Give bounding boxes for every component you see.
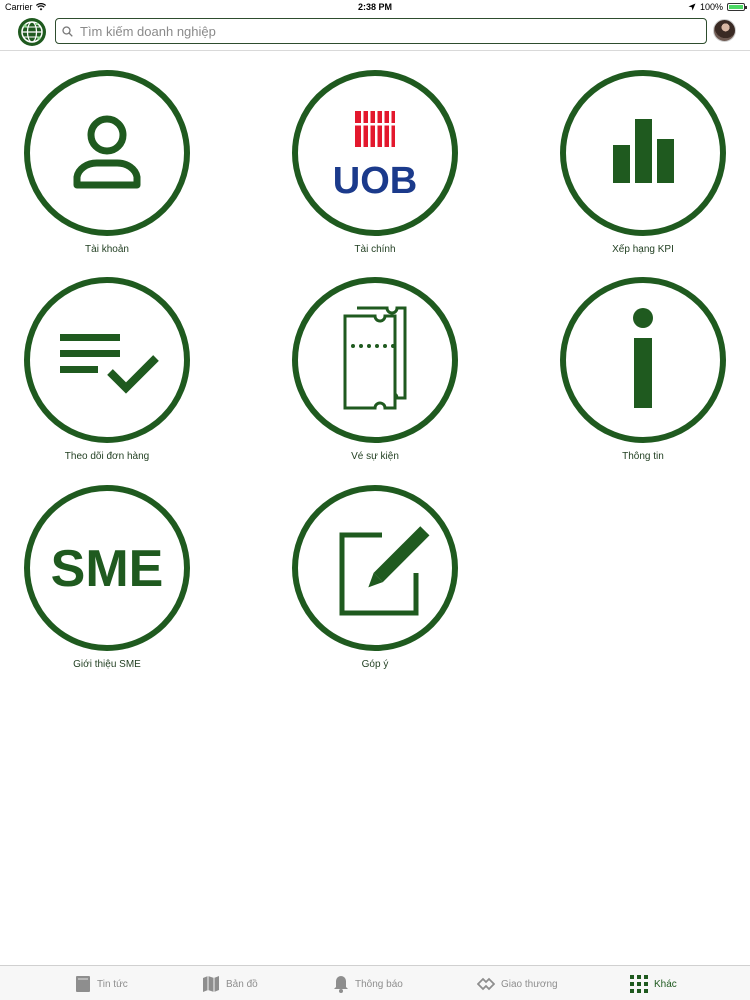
location-arrow-icon — [688, 3, 696, 11]
battery-fill — [729, 5, 743, 9]
tab-khac[interactable]: Khác — [630, 973, 677, 995]
ticket-icon — [292, 277, 458, 443]
tile-thong-tin[interactable]: Thông tin — [543, 277, 743, 462]
tile-xep-hang-kpi[interactable]: Xếp hạng KPI — [543, 70, 743, 255]
tab-thong-bao[interactable]: Thông báo — [333, 973, 403, 995]
info-icon — [560, 277, 726, 443]
tile-gop-y[interactable]: Góp ý — [275, 485, 475, 670]
tile-label: Góp ý — [361, 659, 389, 670]
tile-label: Thông tin — [622, 451, 664, 462]
tab-label: Khác — [654, 978, 677, 990]
tile-label: Theo dõi đơn hàng — [64, 451, 150, 462]
tile-tai-chinh[interactable]: UOB Tài chính — [275, 70, 475, 255]
search-input[interactable] — [78, 22, 682, 40]
tab-ban-do[interactable]: Bản đồ — [202, 973, 258, 995]
tab-giao-thuong[interactable]: Giao thương — [477, 973, 558, 995]
status-time: 2:38 PM — [357, 2, 392, 12]
tile-tai-khoan[interactable]: Tài khoản — [7, 70, 207, 255]
status-bar: Carrier 2:38 PM 100% — [0, 0, 750, 14]
tab-label: Tin tức — [97, 978, 128, 990]
globe-logo-icon[interactable] — [17, 17, 47, 47]
search-icon — [62, 25, 73, 37]
map-icon — [203, 976, 219, 992]
grid-icon — [630, 975, 648, 993]
bar-chart-icon — [560, 70, 726, 236]
handshake-icon — [477, 977, 495, 991]
bell-icon — [334, 976, 348, 993]
battery-percent: 100% — [699, 2, 723, 12]
tile-label: Tài chính — [354, 244, 396, 255]
edit-icon — [292, 485, 458, 651]
tile-label: Tài khoản — [85, 244, 129, 255]
tab-label: Bản đồ — [226, 978, 258, 990]
top-header — [0, 14, 750, 51]
sme-logo-text: SME — [51, 540, 164, 598]
tile-label: Giới thiệu SME — [73, 659, 141, 670]
user-icon — [24, 70, 190, 236]
tile-gioi-thieu-sme[interactable]: SME Giới thiệu SME — [7, 485, 207, 670]
uob-logo-text: UOB — [333, 160, 417, 202]
news-icon — [76, 976, 90, 992]
tab-tin-tuc[interactable]: Tin tức — [75, 973, 128, 995]
tab-label: Giao thương — [501, 978, 558, 990]
checklist-icon — [24, 277, 190, 443]
user-avatar[interactable] — [713, 19, 736, 42]
tile-theo-doi-don-hang[interactable]: Theo dõi đơn hàng — [7, 277, 207, 462]
battery-icon — [727, 3, 747, 11]
tile-label: Xếp hạng KPI — [612, 244, 674, 255]
search-box[interactable] — [55, 18, 707, 44]
tab-label: Thông báo — [355, 978, 403, 990]
bottom-tab-bar: Tin tức Bản đồ Thông báo Giao thương Khá… — [0, 965, 750, 1000]
sme-icon: SME — [24, 485, 190, 651]
tile-label: Vé sự kiện — [351, 451, 399, 462]
uob-logo-icon: UOB — [292, 70, 458, 236]
tile-ve-su-kien[interactable]: Vé sự kiện — [275, 277, 475, 462]
